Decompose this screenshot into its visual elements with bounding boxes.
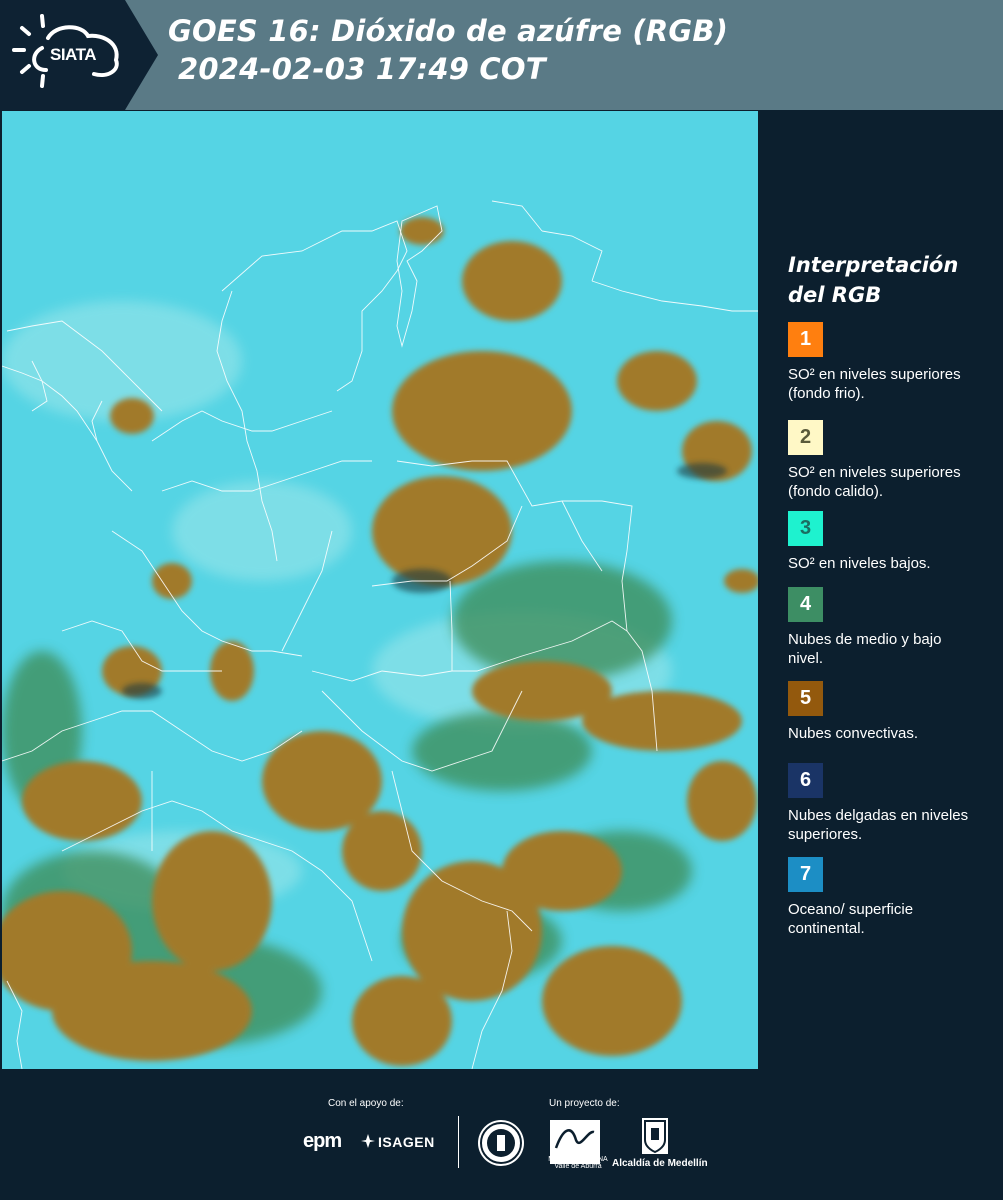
legend-swatch: 6: [788, 763, 823, 798]
legend-swatch: 2: [788, 420, 823, 455]
legend-number: 2: [799, 426, 812, 448]
satellite-map[interactable]: [2, 111, 758, 1069]
seal-graphic: [480, 1122, 522, 1164]
legend-swatch: 5: [788, 681, 823, 716]
footer-divider: [458, 1116, 459, 1168]
siata-logo[interactable]: SIATA: [0, 0, 158, 110]
legend-label: Oceano/ superficie continental.: [788, 901, 914, 937]
page-title: GOES 16: Dióxido de azúfre (RGB) 2024-02…: [168, 12, 728, 88]
legend-swatch: 7: [788, 857, 823, 892]
legend-swatch: 4: [788, 587, 823, 622]
legend-number: 3: [799, 517, 812, 539]
legend-label: Nubes de medio y bajo nivel.: [788, 631, 942, 667]
legend-number: 6: [799, 769, 812, 791]
legend-title: Interpretación del RGB: [788, 250, 998, 310]
header-bar: SIATA GOES 16: Dióxido de azúfre (RGB) 2…: [0, 0, 1003, 110]
rgb-composite-image: [2, 111, 758, 1069]
legend-item: 6 Nubes delgadas en niveles superiores.: [788, 763, 998, 857]
legend-item: 3 SO² en niveles bajos.: [788, 511, 998, 575]
area-logo-graphic: [554, 1129, 595, 1149]
alcaldia-shield-graphic: [644, 1120, 666, 1154]
legend-label: SO² en niveles bajos.: [788, 555, 931, 572]
title-product: GOES 16: Dióxido de azúfre (RGB): [168, 14, 729, 48]
legend-number: 1: [799, 328, 812, 350]
isagen-icon: [361, 1134, 375, 1148]
legend-title-line1: Interpretación: [788, 253, 959, 277]
siata-logo-text: SIATA: [50, 45, 96, 64]
isagen-logo[interactable]: ISAGEN: [378, 1134, 435, 1150]
legend-item: 5 Nubes convectivas.: [788, 681, 998, 755]
alcaldia-shield-icon[interactable]: [642, 1118, 668, 1154]
footer: Con el apoyo de: Un proyecto de: epm ISA…: [0, 1070, 1003, 1200]
epm-logo[interactable]: epm: [303, 1130, 342, 1153]
legend-item: 2 SO² en niveles superiores (fondo calid…: [788, 420, 998, 511]
legend-swatch: 3: [788, 511, 823, 546]
legend-title-line2: del RGB: [788, 283, 882, 307]
legend-item: 4 Nubes de medio y bajo nivel.: [788, 587, 998, 681]
project-caption: Un proyecto de:: [549, 1098, 620, 1109]
alcaldia-text: Alcaldía de Medellín: [612, 1158, 708, 1169]
legend-item: 7 Oceano/ superficie continental.: [788, 857, 998, 937]
legend-label: Nubes convectivas.: [788, 725, 919, 742]
legend-label: Nubes delgadas en niveles superiores.: [788, 807, 969, 843]
support-caption: Con el apoyo de:: [328, 1098, 404, 1109]
legend-number: 7: [799, 863, 812, 885]
legend-label: SO² en niveles superiores (fondo frio).: [788, 366, 961, 402]
legend-number: 4: [799, 593, 812, 615]
legend-swatch: 1: [788, 322, 823, 357]
legend-label: SO² en niveles superiores (fondo calido)…: [788, 464, 961, 500]
legend-panel: Interpretación del RGB 1 SO² en niveles …: [788, 250, 998, 937]
legend-item: 1 SO² en niveles superiores (fondo frio)…: [788, 322, 998, 402]
legend-number: 5: [799, 687, 812, 709]
area-metropolitana-text: METROPOLITANA Valle de Aburrá: [548, 1156, 608, 1170]
title-timestamp: 2024-02-03 17:49 COT: [178, 52, 546, 86]
medellin-seal-icon[interactable]: [478, 1120, 524, 1166]
